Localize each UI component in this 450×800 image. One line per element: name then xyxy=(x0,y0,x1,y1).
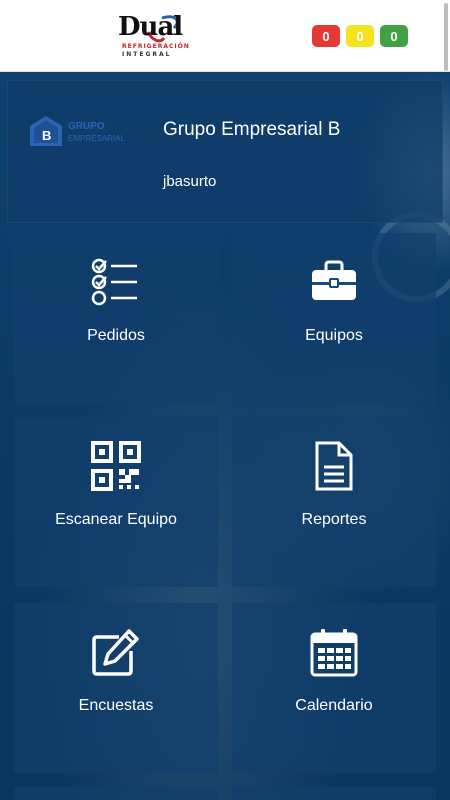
company-logo-line2: EMPRESARIAL xyxy=(68,134,125,143)
username: jbasurto xyxy=(163,173,217,190)
calendar-icon xyxy=(310,629,358,677)
company-name: Grupo Empresarial B xyxy=(163,119,341,140)
profile-card: B GRUPO EMPRESARIAL Grupo Empresarial B … xyxy=(7,80,443,223)
menu-tile-equipos[interactable]: Equipos xyxy=(232,233,436,403)
menu-tile-label: Equipos xyxy=(305,327,363,344)
menu-tile-label: Escanear Equipo xyxy=(55,511,177,528)
yellow-count-badge[interactable]: 0 xyxy=(346,25,374,47)
menu-tile-encuestas[interactable]: Encuestas xyxy=(14,603,218,773)
menu-tile-label: Pedidos xyxy=(87,327,145,344)
toolbox-icon xyxy=(312,260,356,300)
green-count-badge[interactable]: 0 xyxy=(380,25,408,47)
status-badges: 0 0 0 xyxy=(312,25,408,47)
menu-tile-partial[interactable] xyxy=(232,787,436,800)
red-count-badge[interactable]: 0 xyxy=(312,25,340,47)
checklist-icon xyxy=(91,258,137,306)
menu-tile-partial[interactable] xyxy=(14,787,218,800)
logo-subtitle-2: INTEGRAL xyxy=(122,51,172,58)
menu-tile-label: Reportes xyxy=(301,511,367,528)
menu-tile-label: Calendario xyxy=(295,697,373,714)
qr-code-icon xyxy=(91,441,141,491)
company-logo-letter: B xyxy=(42,128,51,143)
logo-main-text: Dual xyxy=(118,12,183,42)
menu-tile-escanear-equipo[interactable]: Escanear Equipo xyxy=(14,417,218,587)
app-header: Dual REFRIGERACIÓN INTEGRAL 0 0 0 xyxy=(0,0,450,72)
scroll-indicator xyxy=(444,3,448,71)
menu-tile-label: Encuestas xyxy=(78,697,154,714)
edit-icon xyxy=(92,629,139,676)
company-logo: B GRUPO EMPRESARIAL xyxy=(30,116,125,146)
menu-tile-pedidos[interactable]: Pedidos xyxy=(14,233,218,403)
menu-tile-calendario[interactable]: Calendario xyxy=(232,603,436,773)
document-icon xyxy=(315,441,353,491)
dual-logo: Dual REFRIGERACIÓN INTEGRAL xyxy=(118,12,189,60)
menu-tile-reportes[interactable]: Reportes xyxy=(232,417,436,587)
company-logo-line1: GRUPO xyxy=(68,121,105,132)
logo-subtitle-1: REFRIGERACIÓN xyxy=(122,43,190,50)
